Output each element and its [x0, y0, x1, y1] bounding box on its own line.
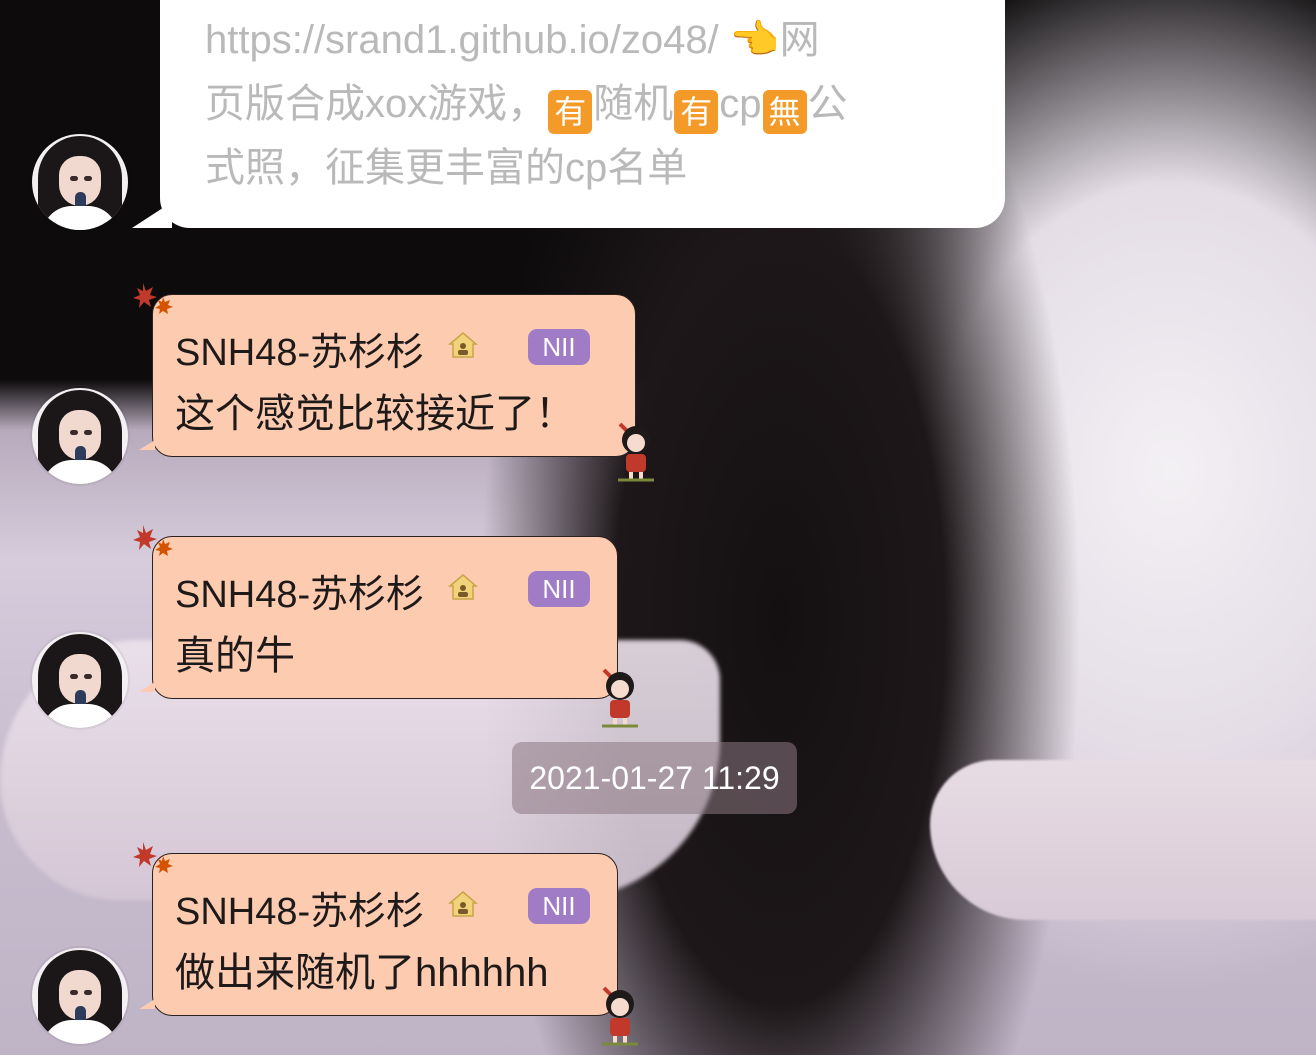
sender-name[interactable]: SNH48-苏杉杉	[175, 321, 424, 376]
timestamp-divider: 2021-01-27 11:29	[512, 742, 797, 814]
chibi-sticker-icon	[602, 668, 638, 728]
text-segment: 网	[779, 18, 820, 62]
emoji-wu-icon: 無	[762, 90, 807, 134]
message-link[interactable]: https://srand1.github.io/zo48/	[205, 18, 719, 62]
avatar[interactable]	[32, 388, 128, 484]
message-text: https://srand1.github.io/zo48/ 👈网 页版合成xo…	[205, 8, 975, 200]
avatar[interactable]	[32, 948, 128, 1044]
member-badge: NII	[528, 329, 590, 365]
emoji-you-icon: 有	[548, 90, 593, 134]
message-text: 真的牛	[175, 634, 295, 678]
background-arm-right	[930, 760, 1316, 920]
text-segment: 随机	[593, 82, 674, 126]
text-segment: 页版合成xox游戏，	[205, 82, 548, 126]
chibi-sticker-icon	[602, 986, 638, 1046]
emoji-you-icon: 有	[674, 90, 719, 134]
sender-name[interactable]: SNH48-苏杉杉	[175, 880, 424, 935]
message-text: 做出来随机了hhhhhh	[175, 951, 549, 995]
home-icon	[448, 891, 478, 917]
pointing-hand-icon: 👈	[729, 18, 780, 62]
message-bubble[interactable]: SNH48-苏杉杉 NII 真的牛	[133, 525, 618, 699]
avatar[interactable]	[32, 134, 128, 230]
maple-leaf-icon	[133, 842, 173, 873]
maple-leaf-icon	[133, 525, 173, 556]
chibi-sticker-icon	[618, 422, 654, 482]
text-segment: 公	[807, 82, 848, 126]
message-text: 这个感觉比较接近了！	[175, 392, 575, 436]
sender-name[interactable]: SNH48-苏杉杉	[175, 563, 424, 618]
avatar[interactable]	[32, 632, 128, 728]
message-bubble[interactable]: SNH48-苏杉杉 NII 这个感觉比较接近了！	[133, 283, 636, 457]
member-badge: NII	[528, 571, 590, 607]
text-segment: 式照，征集更丰富的cp名单	[205, 146, 688, 190]
home-icon	[448, 332, 478, 358]
text-segment: cp	[719, 82, 762, 126]
message-bubble-link[interactable]: https://srand1.github.io/zo48/ 👈网 页版合成xo…	[132, 0, 1005, 228]
home-icon	[448, 574, 478, 600]
maple-leaf-icon	[133, 283, 173, 314]
message-bubble[interactable]: SNH48-苏杉杉 NII 做出来随机了hhhhhh	[133, 842, 618, 1016]
member-badge: NII	[528, 888, 590, 924]
